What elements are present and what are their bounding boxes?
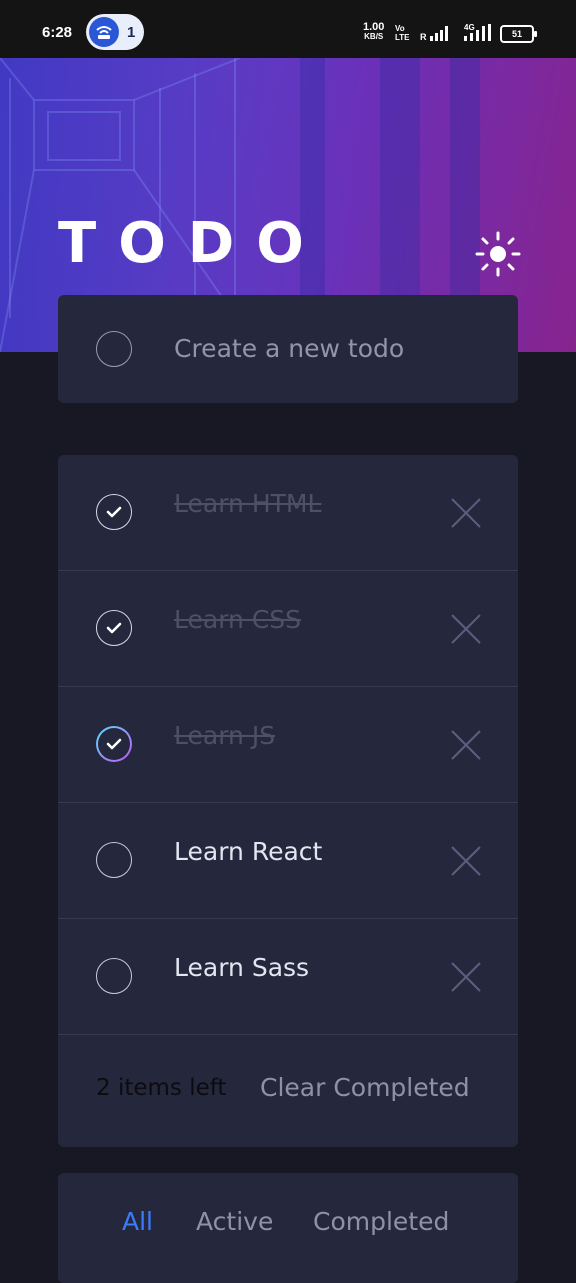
todo-text: Learn React [174,837,323,866]
todo-checkbox[interactable] [96,958,132,994]
todo-list: Learn HTML Learn CSS Learn JS Learn Reac… [58,455,518,1147]
close-icon [451,730,481,760]
signal-icon-sim1: R [420,24,454,46]
status-time: 6:28 [42,24,73,41]
todo-item[interactable]: Learn React [58,803,518,919]
delete-todo-button[interactable] [448,611,484,647]
todo-checkbox[interactable] [96,726,132,762]
close-icon [451,962,481,992]
volte-line1: Vo [395,24,405,33]
create-todo-card [58,295,518,403]
todo-item[interactable]: Learn JS [58,687,518,803]
delete-todo-button[interactable] [448,843,484,879]
todo-item[interactable]: Learn HTML [58,455,518,571]
volte-line2: LTE [395,33,410,42]
todo-list-footer: 2 items left Clear Completed [58,1037,518,1147]
filter-bar: All Active Completed [58,1173,518,1283]
battery-level: 51 [511,29,522,39]
network-speed-value: 1.00 [363,21,385,33]
theme-toggle-button[interactable] [474,230,522,278]
create-todo-input[interactable] [172,325,496,371]
todo-text: Learn CSS [174,605,302,634]
sun-icon [475,231,521,277]
items-left-count: 2 items left [96,1075,227,1101]
todo-text: Learn JS [174,721,276,750]
app-title: TODO [58,211,326,276]
hotspot-icon [89,17,119,47]
filter-tab-completed[interactable]: Completed [313,1207,449,1236]
close-icon [451,498,481,528]
todo-text: Learn HTML [174,489,322,518]
hotspot-indicator[interactable]: 1 [86,14,144,50]
network-speed: 1.00 KB/S [363,22,384,42]
create-todo-checkbox[interactable] [96,331,132,367]
network-speed-unit: KB/S [364,32,384,41]
hotspot-count: 1 [127,23,136,41]
delete-todo-button[interactable] [448,727,484,763]
volte-icon: Vo LTE [395,24,410,42]
filter-tab-all[interactable]: All [122,1207,153,1236]
close-icon [451,846,481,876]
roaming-indicator: R [420,32,427,42]
check-icon [106,506,122,518]
todo-text: Learn Sass [174,953,310,982]
todo-item[interactable]: Learn Sass [58,919,518,1035]
battery-icon: 51 [500,25,537,43]
todo-checkbox[interactable] [96,842,132,878]
signal-icon-sim2: 4G [460,22,496,46]
network-type: 4G [464,23,475,32]
todo-checkbox[interactable] [96,494,132,530]
close-icon [451,614,481,644]
filter-tab-active[interactable]: Active [196,1207,273,1236]
check-icon [106,622,122,634]
clear-completed-button[interactable]: Clear Completed [260,1073,470,1102]
status-bar: 6:28 1 1.00 KB/S Vo LTE R 4G 51 [0,0,576,58]
delete-todo-button[interactable] [448,959,484,995]
check-icon [106,738,122,750]
todo-checkbox[interactable] [96,610,132,646]
delete-todo-button[interactable] [448,495,484,531]
todo-item[interactable]: Learn CSS [58,571,518,687]
